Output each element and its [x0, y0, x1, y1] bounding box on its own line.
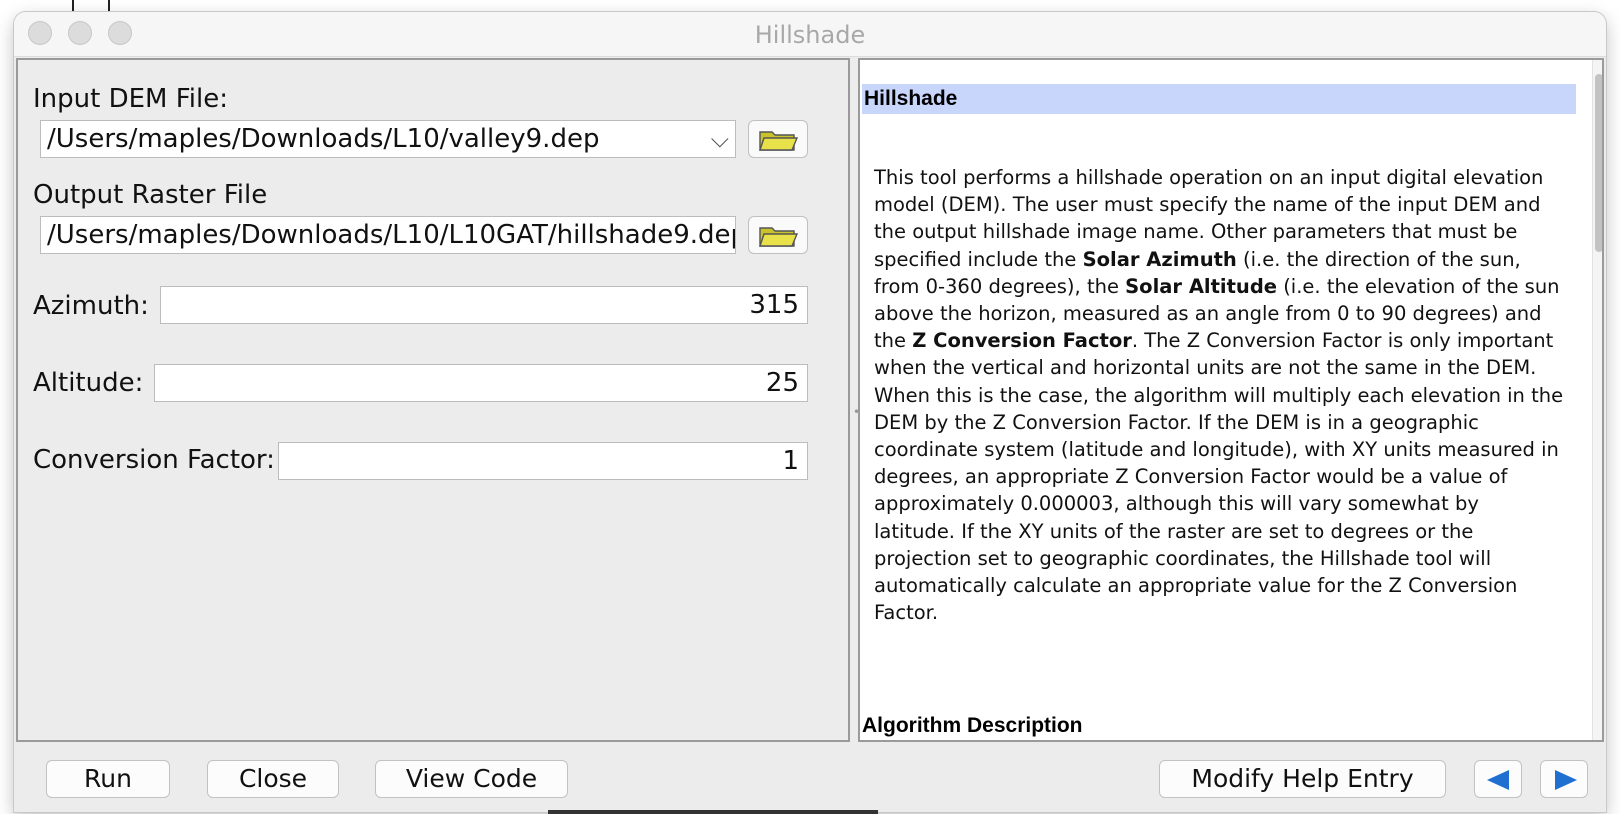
altitude-label: Altitude:: [33, 368, 144, 398]
altitude-input[interactable]: 25: [154, 364, 808, 402]
next-button[interactable]: [1540, 760, 1588, 798]
window-title: Hillshade: [754, 21, 866, 49]
input-dem-value: /Users/maples/Downloads/L10/valley9.dep: [47, 124, 600, 154]
help-description: This tool performs a hillshade operation…: [874, 164, 1564, 626]
help-bold-solar-altitude: Solar Altitude: [1125, 274, 1277, 298]
desktop-line-right: [108, 0, 110, 12]
input-dem-combo[interactable]: /Users/maples/Downloads/L10/valley9.dep …: [40, 120, 736, 158]
algorithm-description-heading: Algorithm Description: [862, 714, 1083, 737]
output-raster-value: /Users/maples/Downloads/L10/L10GAT/hills…: [47, 220, 736, 250]
arrow-right-icon: [1555, 770, 1577, 790]
folder-open-icon: [759, 131, 798, 151]
previous-button[interactable]: [1474, 760, 1522, 798]
parameters-panel: Input DEM File: /Users/maples/Downloads/…: [16, 58, 850, 742]
modify-help-entry-button[interactable]: Modify Help Entry: [1159, 760, 1446, 798]
desktop-line-left: [72, 0, 74, 12]
scrollbar-thumb[interactable]: [1595, 74, 1602, 252]
input-dem-label: Input DEM File:: [33, 84, 228, 114]
help-bold-solar-azimuth: Solar Azimuth: [1082, 247, 1237, 271]
help-panel: Hillshade This tool performs a hillshade…: [858, 58, 1604, 742]
folder-open-icon: [759, 227, 798, 247]
view-code-button[interactable]: View Code: [375, 760, 568, 798]
input-dem-browse-button[interactable]: [748, 120, 808, 158]
close-button[interactable]: Close: [207, 760, 339, 798]
help-bold-z-conversion: Z Conversion Factor: [912, 329, 1132, 353]
azimuth-label: Azimuth:: [33, 291, 149, 321]
run-button[interactable]: Run: [46, 760, 170, 798]
conversion-factor-input[interactable]: 1: [278, 442, 808, 480]
chevron-down-icon[interactable]: ⌵: [711, 125, 729, 153]
output-raster-field[interactable]: /Users/maples/Downloads/L10/L10GAT/hills…: [40, 216, 736, 254]
azimuth-input[interactable]: 315: [160, 286, 808, 324]
help-scrollbar[interactable]: [1592, 60, 1602, 740]
titlebar: Hillshade: [14, 12, 1606, 57]
help-text-4: . The Z Conversion Factor is only import…: [874, 329, 1564, 625]
help-title: Hillshade: [862, 84, 1576, 114]
output-raster-label: Output Raster File: [33, 180, 268, 210]
conversion-factor-label: Conversion Factor:: [33, 445, 275, 475]
arrow-left-icon: [1487, 770, 1509, 790]
hillshade-dialog: Hillshade Input DEM File: /Users/maples/…: [14, 12, 1606, 812]
output-raster-browse-button[interactable]: [748, 216, 808, 254]
desktop-bottom-strip: [548, 810, 878, 814]
